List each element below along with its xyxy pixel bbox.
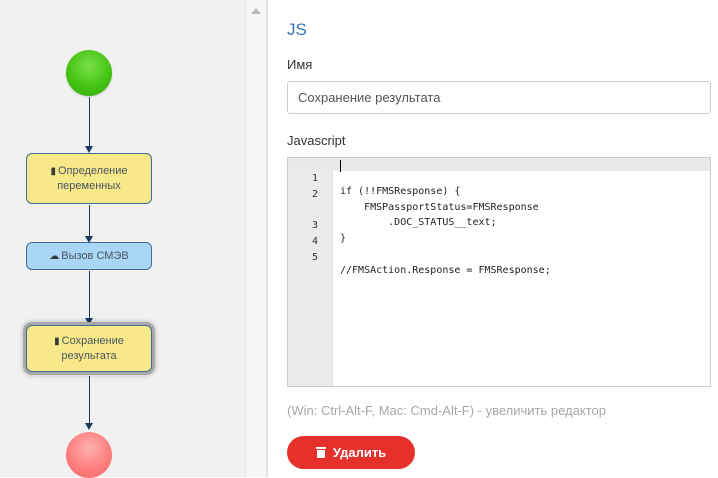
process-diagram-canvas[interactable]: ▮ Определение переменных ☁ Вызов СМЭВ ▮ Сох… bbox=[0, 0, 245, 478]
connector-arrow bbox=[85, 423, 93, 430]
task-label: Вызов СМЭВ bbox=[61, 249, 129, 262]
code-line: 2 FMSPassportStatus=FMSResponse bbox=[288, 175, 710, 213]
text-cursor bbox=[340, 160, 341, 172]
code-line: 4 bbox=[288, 222, 710, 247]
connector-start-to-task1 bbox=[89, 97, 90, 148]
delete-button-label: Удалить bbox=[332, 445, 387, 460]
code-text: //FMSAction.Response = FMSResponse; bbox=[340, 265, 551, 276]
connector-task1-to-task2 bbox=[89, 205, 90, 238]
code-line: 5 //FMSAction.Response = FMSResponse; bbox=[288, 238, 710, 276]
delete-button[interactable]: Удалить bbox=[287, 436, 415, 469]
task-label-line2: переменных bbox=[57, 179, 121, 192]
connector-task3-to-end bbox=[89, 376, 90, 426]
task-label-line2: результата bbox=[61, 349, 117, 362]
code-line: 1 if (!!FMSResponse) { bbox=[288, 159, 710, 197]
panel-title: JS bbox=[287, 20, 307, 39]
book-icon: ▮ bbox=[50, 165, 56, 177]
connector-arrow bbox=[85, 318, 93, 325]
javascript-label: Javascript bbox=[287, 133, 346, 148]
cloud-icon: ☁ bbox=[49, 250, 60, 262]
task-label: Сохранение bbox=[61, 334, 124, 347]
code-line: 3 } bbox=[288, 206, 710, 244]
editor-shortcut-hint: (Win: Ctrl-Alt-F, Mac: Cmd-Alt-F) - увел… bbox=[287, 403, 606, 418]
end-event[interactable] bbox=[66, 432, 112, 478]
connector-arrow bbox=[85, 146, 93, 153]
pane-divider[interactable] bbox=[266, 0, 268, 477]
code-editor[interactable]: 1 if (!!FMSResponse) { 2 FMSPassportStat… bbox=[287, 157, 711, 387]
book-icon: ▮ bbox=[54, 335, 60, 347]
diagram-scrollbar[interactable] bbox=[245, 0, 267, 477]
scroll-up-arrow-icon[interactable] bbox=[251, 8, 261, 14]
task-call-smev[interactable]: ☁ Вызов СМЭВ bbox=[26, 242, 152, 270]
connector-task2-to-task3 bbox=[89, 271, 90, 321]
line-number: 5 bbox=[311, 252, 318, 263]
task-label: Определение bbox=[57, 164, 128, 177]
task-save-result[interactable]: ▮ Сохранение результата bbox=[26, 325, 152, 372]
name-input[interactable] bbox=[287, 81, 711, 114]
code-line-wrapped: .DOC_STATUS__text; bbox=[288, 190, 710, 228]
task-define-variables[interactable]: ▮ Определение переменных bbox=[26, 153, 152, 204]
name-label: Имя bbox=[287, 57, 313, 72]
start-event[interactable] bbox=[66, 50, 112, 96]
trash-icon bbox=[315, 447, 326, 458]
